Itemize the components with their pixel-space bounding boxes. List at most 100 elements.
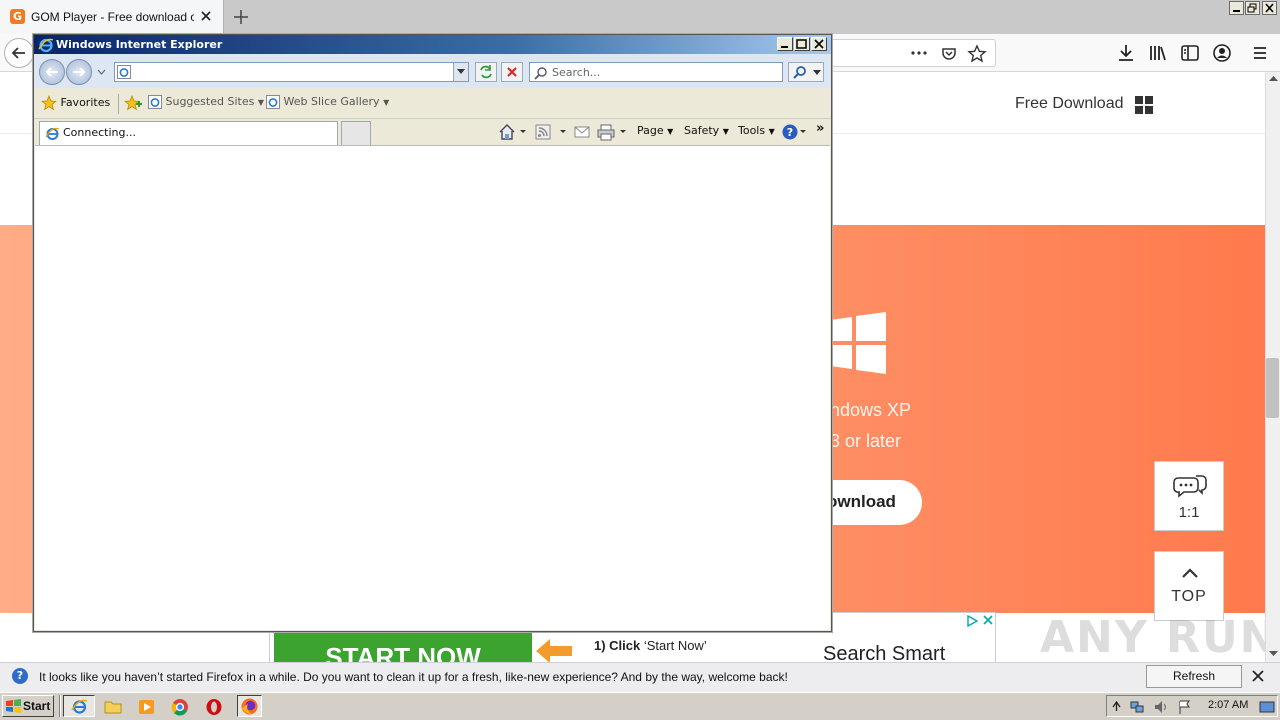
library-icon[interactable] (1147, 42, 1169, 64)
firefox-icon[interactable] (237, 695, 262, 717)
close-notification-icon[interactable] (1250, 668, 1266, 684)
suggested-sites-link[interactable]: Suggested Sites ▼ (148, 95, 264, 109)
ie-window-title: Windows Internet Explorer (56, 38, 223, 51)
chrome-icon[interactable] (170, 697, 192, 717)
chevron-down-icon: ▼ (383, 98, 390, 107)
web-slice-gallery-label: Web Slice Gallery (283, 95, 380, 108)
ie-new-tab-button[interactable] (341, 121, 371, 145)
overflow-chevron-icon[interactable]: » (816, 121, 824, 136)
start-button[interactable]: Start (2, 695, 54, 717)
refresh-icon (480, 65, 492, 79)
tools-menu-label: Tools (738, 124, 766, 137)
firefox-tab[interactable]: G GOM Player - Free download of glo (0, 0, 224, 34)
ie-back-button[interactable] (39, 59, 65, 85)
minimize-window-button[interactable] (1229, 1, 1244, 15)
ie-search-button[interactable] (788, 62, 824, 82)
scroll-up-icon (1269, 76, 1278, 81)
hero-windows-logo-icon (830, 312, 886, 374)
chevron-up-icon (1182, 568, 1198, 578)
web-slice-gallery-link[interactable]: Web Slice Gallery ▼ (266, 95, 389, 109)
add-favorite-icon (124, 95, 142, 111)
question-icon: ? (12, 668, 28, 684)
ad-arrow-icon (536, 639, 572, 663)
download-icon[interactable] (1115, 42, 1137, 64)
ie-forward-button[interactable] (66, 59, 92, 85)
chat-label: 1:1 (1178, 504, 1200, 521)
back-button[interactable] (4, 38, 34, 68)
stop-icon (507, 67, 517, 77)
chevron-down-icon: ▼ (768, 127, 775, 136)
hero-download-label: ownload (827, 492, 896, 511)
notification-message: It looks like you haven’t started Firefo… (39, 670, 788, 684)
ie-logo-icon (45, 127, 60, 140)
adchoices-icon[interactable] (966, 615, 978, 627)
read-mail-button[interactable] (574, 124, 590, 140)
refresh-firefox-button[interactable]: Refresh Firefox… (1146, 665, 1242, 704)
pocket-icon (942, 48, 956, 60)
media-player-icon[interactable] (137, 697, 159, 717)
help-button[interactable]: ? (781, 123, 807, 141)
url-bar[interactable] (832, 39, 996, 67)
new-tab-button[interactable] (230, 6, 252, 28)
forward-arrow-icon (73, 67, 86, 77)
ie-favorites-bar: Favorites Suggested Sites ▼ Web Slice Ga… (34, 88, 831, 119)
ie-search-placeholder: Search... (552, 66, 601, 79)
home-button[interactable] (498, 123, 526, 141)
ie-page-icon (266, 95, 280, 109)
plus-icon (234, 10, 248, 24)
anyrun-watermark: ANY RUN (1040, 612, 1279, 663)
back-arrow-icon (11, 47, 25, 59)
ad-search-smart-text: Search Smart (823, 643, 946, 664)
free-download-link[interactable]: Free Download (1015, 95, 1124, 113)
hero-os-line-2: 3 or later (830, 431, 902, 451)
search-icon (534, 67, 547, 80)
back-to-top-button[interactable]: TOP (1154, 551, 1224, 621)
tools-menu-button[interactable]: Tools ▼ (738, 124, 775, 137)
recent-pages-chevron-icon (97, 69, 106, 75)
ie-tab[interactable]: Connecting... (39, 121, 338, 145)
suggested-sites-label: Suggested Sites (165, 95, 255, 108)
feeds-button[interactable] (535, 123, 567, 141)
opera-icon[interactable] (204, 697, 226, 717)
page-scrollbar-thumb[interactable] (1266, 358, 1279, 418)
folder-icon[interactable] (103, 697, 125, 717)
show-desktop-icon (1259, 701, 1275, 713)
start-label: Start (23, 699, 51, 713)
taskbar-ie-button[interactable] (63, 695, 95, 717)
free-download-label: Free Download (1015, 95, 1124, 112)
chevron-down-icon: ▼ (667, 127, 674, 136)
sidebar-icon[interactable] (1179, 42, 1201, 64)
ie-title-bar[interactable]: Windows Internet Explorer (34, 35, 831, 54)
favorites-label: Favorites (60, 96, 111, 109)
bookmark-star-icon (967, 44, 987, 63)
ie-page-icon (148, 95, 162, 109)
add-to-favorites-button[interactable] (124, 95, 142, 111)
close-window-button[interactable] (1262, 1, 1277, 15)
page-menu-label: Page (637, 124, 664, 137)
ie-address-bar[interactable] (114, 62, 469, 82)
ie-minimize-button[interactable] (777, 37, 793, 51)
chat-support-button[interactable]: 1:1 (1154, 461, 1224, 531)
ad-close-icon[interactable] (982, 614, 994, 626)
ad-start-now-button[interactable]: START NOW (274, 631, 532, 663)
menu-icon[interactable] (1249, 42, 1271, 64)
ie-search-box[interactable]: Search... (529, 62, 783, 82)
ie-stop-button[interactable] (501, 62, 523, 82)
gom-favicon-icon: G (10, 9, 25, 24)
page-menu-button[interactable]: Page ▼ (637, 124, 673, 137)
ie-maximize-button[interactable] (794, 37, 810, 51)
print-button[interactable] (597, 123, 629, 141)
account-icon[interactable] (1211, 42, 1233, 64)
ie-refresh-button[interactable] (475, 62, 497, 82)
taskbar (0, 692, 1280, 720)
ie-close-button[interactable] (811, 37, 827, 51)
ie-address-dropdown[interactable] (453, 63, 468, 81)
favorites-button[interactable]: Favorites (41, 95, 110, 111)
restore-window-button[interactable] (1245, 1, 1260, 15)
print-icon (597, 124, 626, 141)
home-icon (499, 124, 526, 140)
close-tab-icon[interactable] (198, 8, 214, 24)
rss-feed-icon (535, 124, 566, 140)
safety-menu-button[interactable]: Safety ▼ (684, 124, 729, 137)
action-center-flag-icon (1179, 700, 1190, 714)
